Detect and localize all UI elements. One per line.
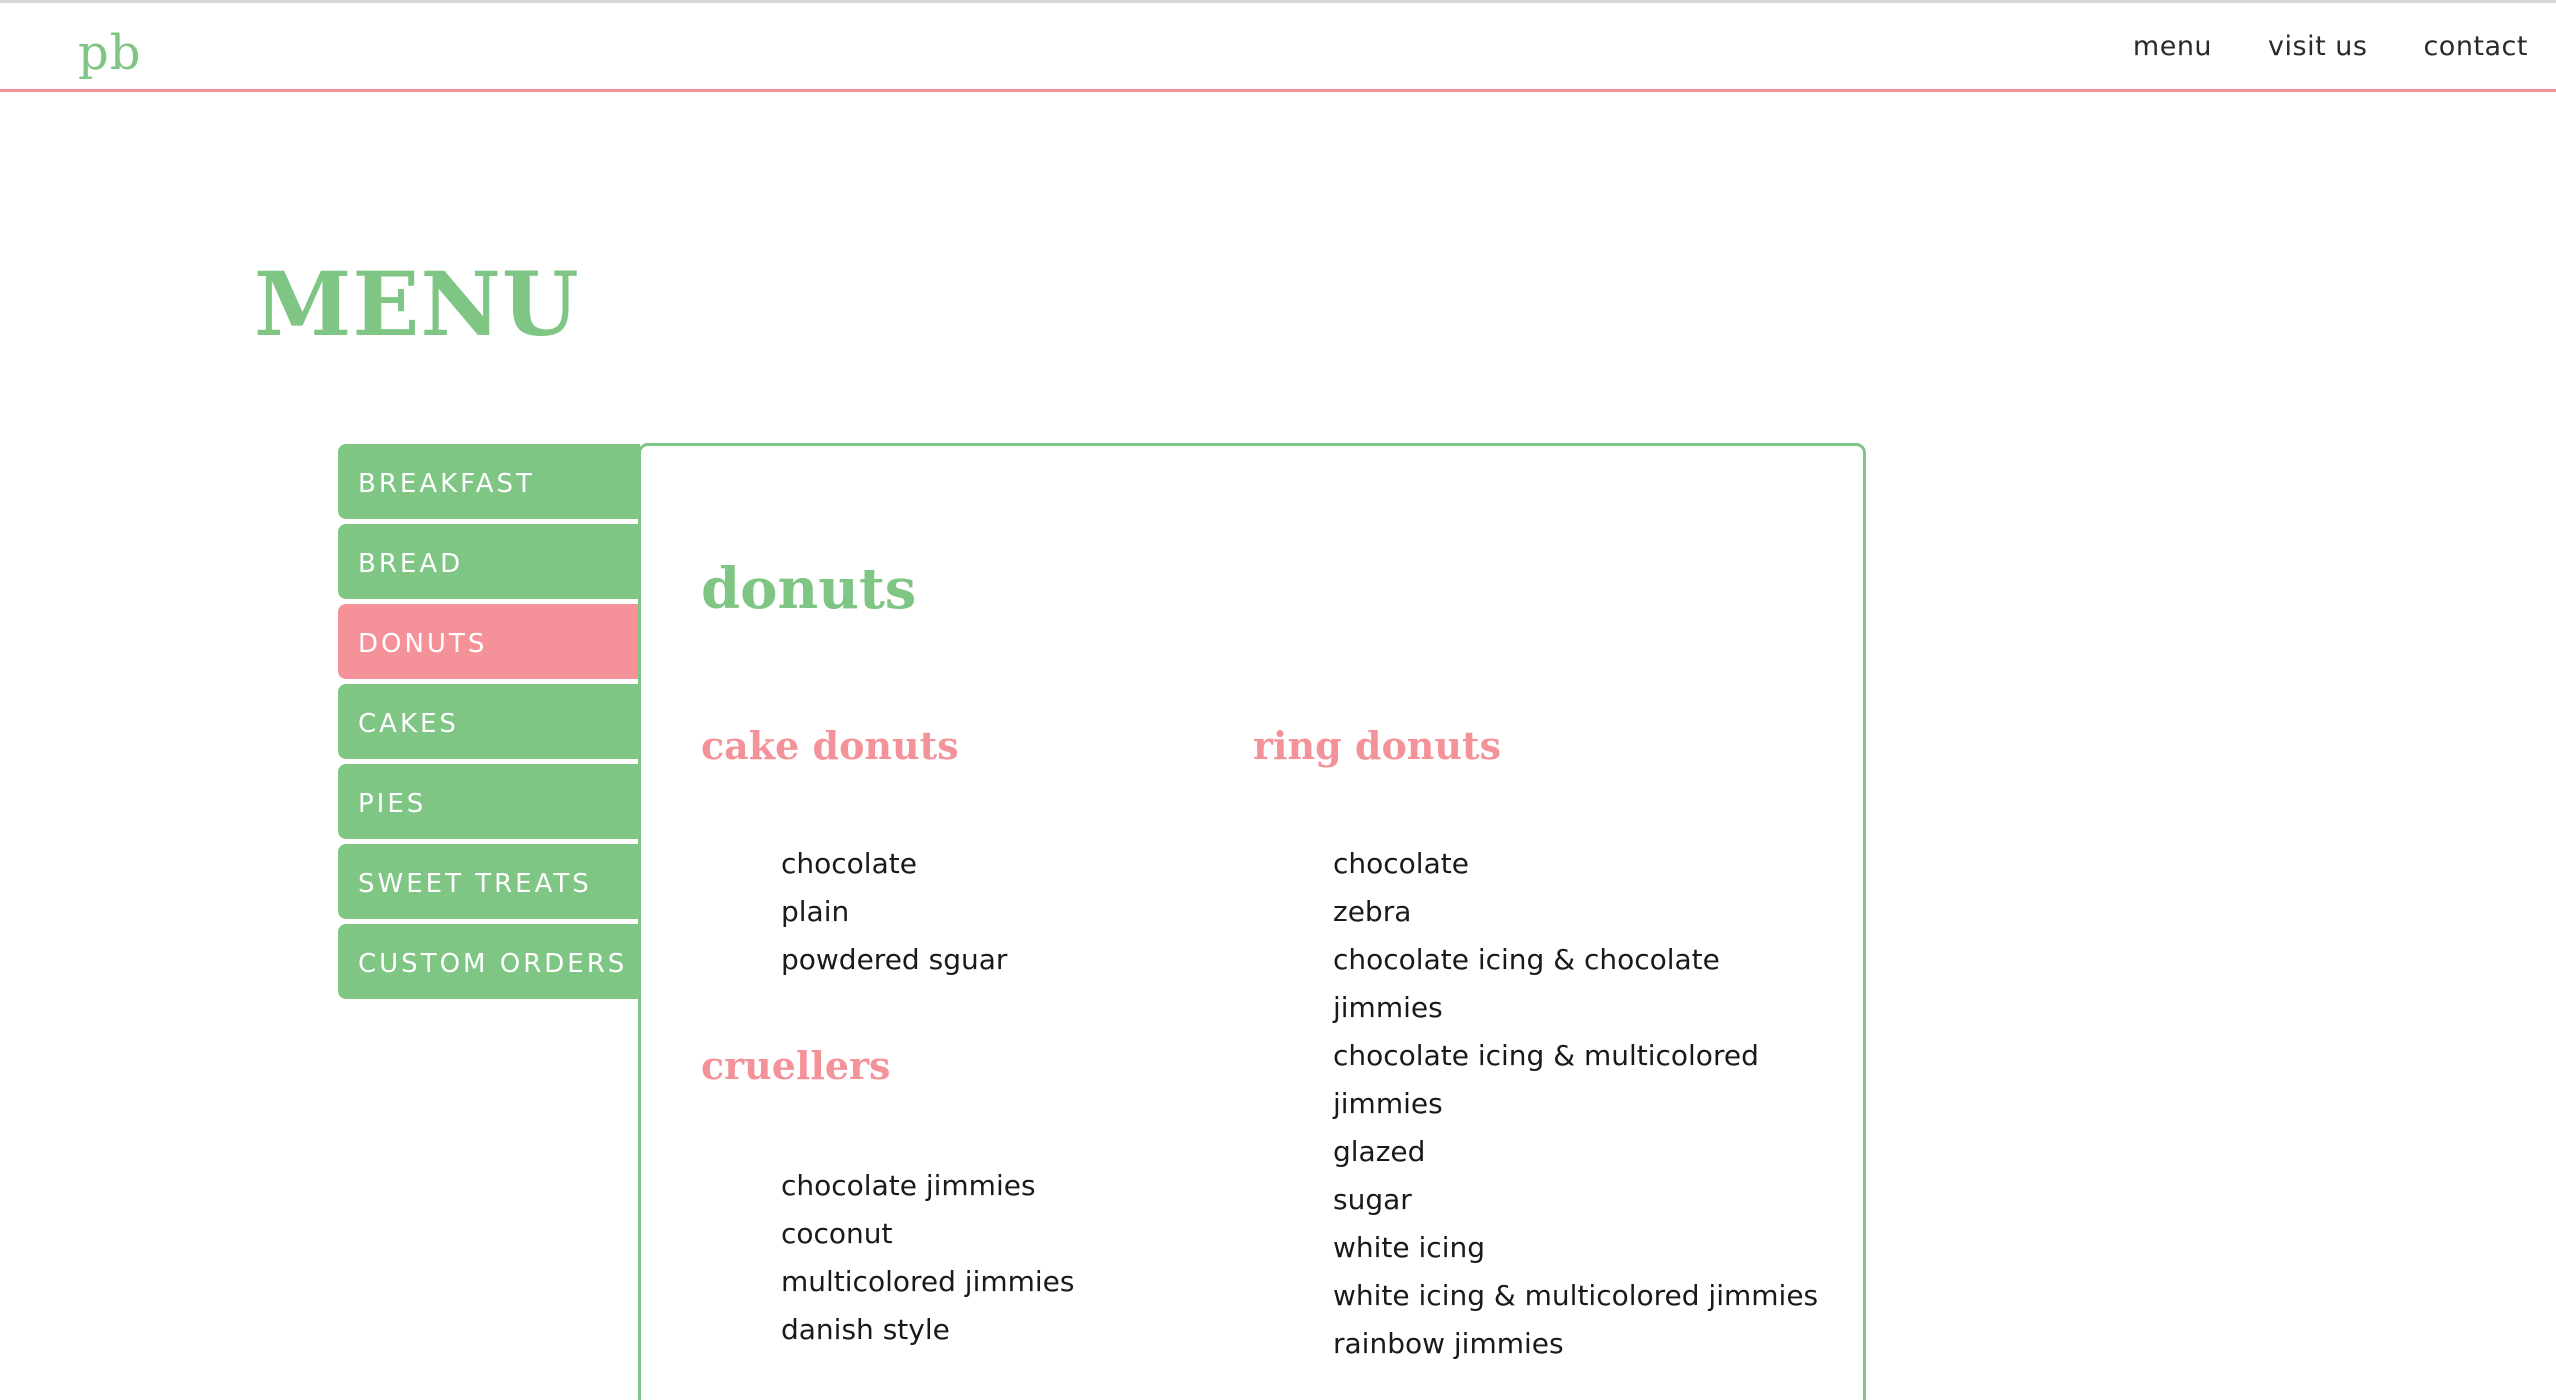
panel-title: donuts <box>701 556 917 622</box>
tab-bread[interactable]: BREAD <box>338 524 640 599</box>
list-item: plain <box>781 895 850 928</box>
list-item: sugar <box>1333 1183 1412 1216</box>
nav-link-visit-us[interactable]: visit us <box>2268 29 2367 65</box>
list-cruellers: chocolate jimmies coconut multicolored j… <box>781 1162 1075 1354</box>
list-item: glazed <box>1333 1135 1426 1168</box>
list-item: jimmies <box>1333 1087 1443 1120</box>
menu-panel-donuts: donuts cake donuts chocolate plain powde… <box>638 443 1866 1400</box>
tab-breakfast[interactable]: BREAKFAST <box>338 444 640 519</box>
list-item: chocolate <box>1333 847 1469 880</box>
nav-link-contact[interactable]: contact <box>2423 29 2528 65</box>
list-item: chocolate icing & multicolored <box>1333 1039 1759 1072</box>
list-item: coconut <box>781 1217 893 1250</box>
list-item: zebra <box>1333 895 1412 928</box>
page-title: MENU <box>254 252 580 356</box>
tab-pies[interactable]: PIES <box>338 764 640 839</box>
section-title-cruellers: cruellers <box>701 1043 891 1088</box>
list-item: rainbow jimmies <box>1333 1327 1564 1360</box>
tab-cakes[interactable]: CAKES <box>338 684 640 759</box>
list-item: chocolate <box>781 847 917 880</box>
menu-category-tabs: BREAKFAST BREAD DONUTS CAKES PIES SWEET … <box>338 444 640 1004</box>
list-item: powdered sguar <box>781 943 1008 976</box>
section-title-ring-donuts: ring donuts <box>1253 723 1502 768</box>
tab-donuts[interactable]: DONUTS <box>338 604 640 679</box>
list-item: white icing & multicolored jimmies <box>1333 1279 1819 1312</box>
list-item: multicolored jimmies <box>781 1265 1075 1298</box>
list-item: white icing <box>1333 1231 1486 1264</box>
list-cake-donuts: chocolate plain powdered sguar <box>781 840 1007 984</box>
list-item: chocolate icing & chocolate <box>1333 943 1720 976</box>
section-title-cake-donuts: cake donuts <box>701 723 959 768</box>
list-ring-donuts: chocolate zebra chocolate icing & chocol… <box>1333 840 1818 1368</box>
nav-link-menu[interactable]: menu <box>2133 29 2212 65</box>
tab-custom-orders[interactable]: CUSTOM ORDERS <box>338 924 640 999</box>
list-item: jimmies <box>1333 991 1443 1024</box>
tab-sweet-treats[interactable]: SWEET TREATS <box>338 844 640 919</box>
site-header: pb menu visit us contact <box>0 3 2556 92</box>
list-item: danish style <box>781 1313 950 1346</box>
site-logo[interactable]: pb <box>78 23 141 83</box>
list-item: chocolate jimmies <box>781 1169 1036 1202</box>
main-nav: menu visit us contact <box>2077 29 2556 65</box>
